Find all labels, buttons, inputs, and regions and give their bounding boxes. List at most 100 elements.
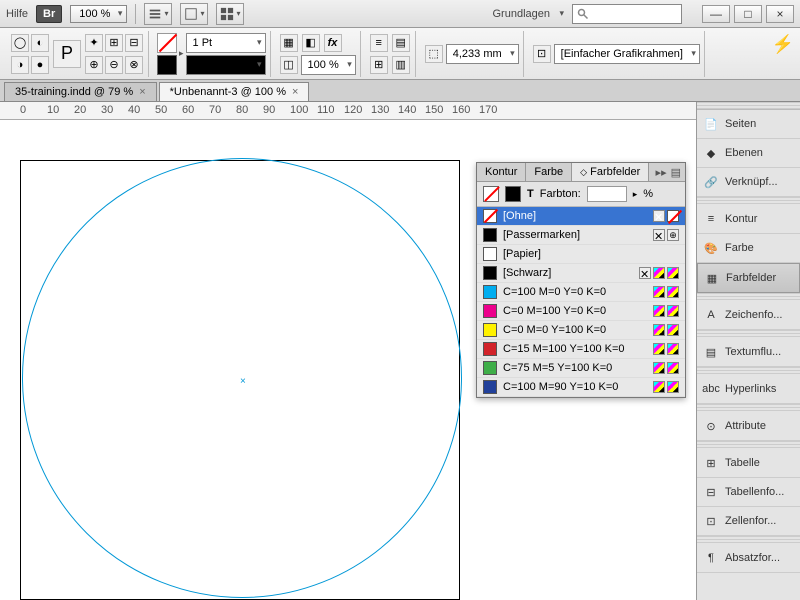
minimize-button[interactable]: — — [702, 5, 730, 23]
fx-button[interactable]: fx — [324, 34, 342, 52]
stroke-swatch[interactable] — [157, 55, 177, 75]
wrap-icon[interactable]: ▥ — [392, 56, 410, 74]
close-button[interactable]: × — [766, 5, 794, 23]
swatch-row[interactable]: [Ohne]✕ — [477, 207, 685, 226]
panel-tab-farbe[interactable]: Farbe — [526, 163, 572, 181]
swatch-badge-icon — [667, 362, 679, 374]
tint-label: Farbton: — [540, 188, 581, 200]
view-options-button[interactable] — [144, 3, 172, 25]
effect-icon[interactable]: ▦ — [280, 34, 298, 52]
wrap-icon[interactable]: ▤ — [392, 34, 410, 52]
panel-collapse-icon[interactable]: ▸▸ — [656, 166, 667, 179]
swatch-row[interactable]: C=15 M=100 Y=100 K=0 — [477, 340, 685, 359]
control-panel: ◯◐ ◑● P ✦⊞⊟ ⊕⊖⊗ ▸ 1 Pt ▦◧fx ◫100 % ≡ ⊞ — [0, 28, 800, 80]
pages-icon: 📄 — [703, 116, 719, 132]
arrange-button[interactable] — [216, 3, 244, 25]
dock-panel-stroke[interactable]: ≡Kontur — [697, 205, 800, 234]
workspace-select[interactable]: Grundlagen — [487, 6, 565, 22]
ruler-tick: 100 — [290, 104, 308, 116]
align-icon[interactable]: ≡ — [370, 34, 388, 52]
zoom-level-select[interactable]: 100 % — [70, 5, 127, 23]
ruler-tick: 110 — [317, 104, 335, 116]
fill-none-swatch[interactable] — [157, 33, 177, 53]
swatch-chip — [483, 209, 497, 223]
fill-proxy[interactable] — [483, 186, 499, 202]
align-icon[interactable]: ⊞ — [370, 56, 388, 74]
tool-icon[interactable]: ◑ — [11, 56, 29, 74]
help-menu[interactable]: Hilfe — [6, 8, 28, 20]
tint-input[interactable] — [587, 186, 627, 202]
dock-panel-hyper[interactable]: abcHyperlinks — [697, 375, 800, 404]
swatch-row[interactable]: C=0 M=100 Y=0 K=0 — [477, 302, 685, 321]
swatch-name: [Schwarz] — [503, 267, 633, 279]
links-icon: 🔗 — [703, 174, 719, 190]
swatch-name: C=0 M=100 Y=0 K=0 — [503, 305, 647, 317]
swatch-row[interactable]: C=75 M=5 Y=100 K=0 — [477, 359, 685, 378]
canvas[interactable]: 0102030405060708090100110120130140150160… — [0, 102, 696, 600]
swatch-row[interactable]: C=100 M=0 Y=0 K=0 — [477, 283, 685, 302]
dock-panel-links[interactable]: 🔗Verknüpf... — [697, 168, 800, 197]
ruler-tick: 30 — [101, 104, 113, 116]
swatch-chip — [483, 285, 497, 299]
tool-icon[interactable]: ⊞ — [105, 34, 123, 52]
maximize-button[interactable]: □ — [734, 5, 762, 23]
document-tab[interactable]: 35-training.indd @ 79 %× — [4, 82, 157, 101]
stroke-proxy[interactable] — [505, 186, 521, 202]
swatch-row[interactable]: C=0 M=0 Y=100 K=0 — [477, 321, 685, 340]
dock-panel-tstyle[interactable]: ⊟Tabellenfo... — [697, 478, 800, 507]
dock-panel-layers[interactable]: ◆Ebenen — [697, 139, 800, 168]
ruler-tick: 40 — [128, 104, 140, 116]
dock-panel-cstyle[interactable]: ⊡Zellenfor... — [697, 507, 800, 536]
ruler-tick: 0 — [20, 104, 26, 116]
tool-icon[interactable]: ◐ — [31, 34, 49, 52]
dock-panel-attr[interactable]: ⊙Attribute — [697, 412, 800, 441]
tool-icon[interactable]: ✦ — [85, 34, 103, 52]
tool-icon[interactable]: ◯ — [11, 34, 29, 52]
swatch-name: C=0 M=0 Y=100 K=0 — [503, 324, 647, 336]
panel-menu-icon[interactable]: ▤ — [671, 166, 681, 179]
close-tab-icon[interactable]: × — [139, 86, 145, 98]
dock-panel-wrap[interactable]: ▤Textumflu... — [697, 338, 800, 367]
document-tab[interactable]: *Unbenannt-3 @ 100 %× — [159, 82, 310, 101]
dock-label: Kontur — [725, 213, 757, 225]
dock-panel-pstyle[interactable]: ¶Absatzfor... — [697, 544, 800, 573]
search-field[interactable] — [572, 4, 682, 24]
frame-type-select[interactable]: [Einfacher Grafikrahmen] — [554, 44, 700, 64]
dock-panel-pages[interactable]: 📄 Seiten — [697, 110, 800, 139]
width-input[interactable]: 4,233 mm — [446, 44, 519, 64]
stroke-style-select[interactable] — [186, 55, 266, 75]
swatch-row[interactable]: [Passermarken]✕⊕ — [477, 226, 685, 245]
dock-panel-char[interactable]: AZeichenfo... — [697, 301, 800, 330]
quick-apply-icon[interactable]: ⚡ — [772, 34, 794, 55]
opacity-select[interactable]: 100 % — [301, 55, 356, 75]
swatch-row[interactable]: [Papier] — [477, 245, 685, 264]
swatch-badge-icon — [653, 381, 665, 393]
swatch-chip — [483, 361, 497, 375]
tool-icon[interactable]: ⊗ — [125, 56, 143, 74]
ruler-tick: 140 — [398, 104, 416, 116]
effect-icon[interactable]: ◧ — [302, 34, 320, 52]
swatch-name: [Ohne] — [503, 210, 647, 222]
ruler-tick: 20 — [74, 104, 86, 116]
tool-icon[interactable]: ⊟ — [125, 34, 143, 52]
tool-icon[interactable]: ● — [31, 56, 49, 74]
swatch-row[interactable]: C=100 M=90 Y=10 K=0 — [477, 378, 685, 397]
type-tool-icon[interactable]: P — [53, 40, 81, 68]
bridge-button[interactable]: Br — [36, 5, 62, 23]
panel-tab-farbfelder[interactable]: ◇ Farbfelder — [572, 163, 649, 181]
dock-panel-table[interactable]: ⊞Tabelle — [697, 449, 800, 478]
dock-label: Attribute — [725, 420, 766, 432]
screen-mode-button[interactable] — [180, 3, 208, 25]
close-tab-icon[interactable]: × — [292, 86, 298, 98]
tool-icon[interactable]: ⊖ — [105, 56, 123, 74]
tool-icon[interactable]: ⊕ — [85, 56, 103, 74]
frame-icon: ⊡ — [533, 45, 551, 63]
swatch-badge-icon — [653, 286, 665, 298]
hyper-icon: abc — [703, 381, 719, 397]
panel-tab-kontur[interactable]: Kontur — [477, 163, 526, 181]
dock-panel-color[interactable]: 🎨Farbe — [697, 234, 800, 263]
stroke-weight-select[interactable]: 1 Pt — [186, 33, 266, 53]
dock-label: Seiten — [725, 118, 756, 130]
dock-panel-swatches[interactable]: ▦Farbfelder — [697, 263, 800, 293]
swatch-row[interactable]: [Schwarz]✕ — [477, 264, 685, 283]
